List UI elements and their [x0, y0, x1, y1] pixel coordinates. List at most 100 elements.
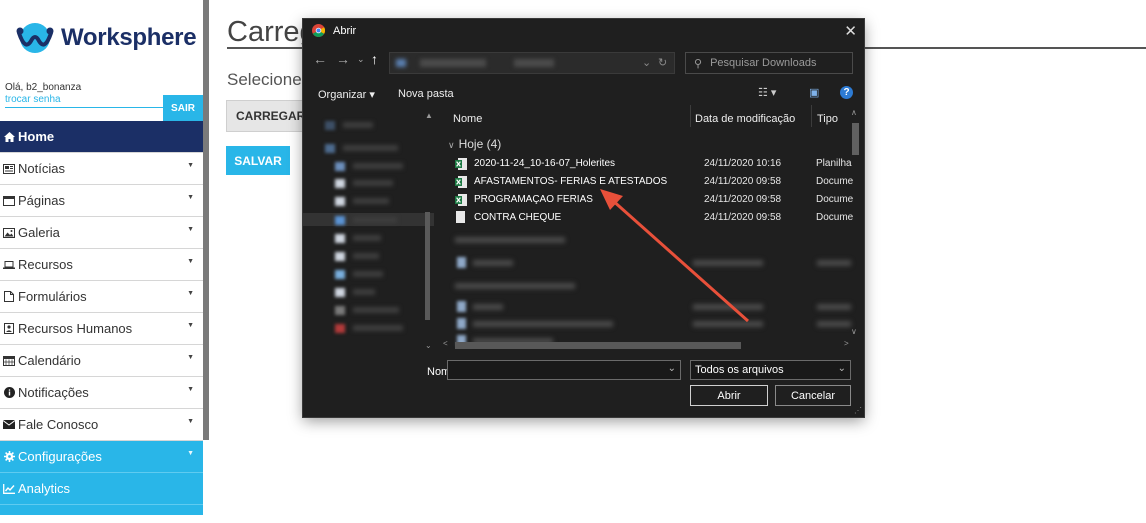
group-header-today[interactable]: ∨ Hoje (4) — [448, 137, 501, 151]
folder-icon — [396, 59, 406, 67]
file-row[interactable]: AFASTAMENTOS- FERIAS E ATESTADOS 24/11/2… — [453, 175, 853, 189]
file-icon — [457, 301, 466, 312]
refresh-icon[interactable]: ↻ — [658, 56, 667, 69]
scrollbar-thumb[interactable] — [852, 123, 859, 155]
nav-item[interactable] — [335, 287, 375, 297]
sidebar-item-formularios[interactable]: Formulários ▼ — [0, 281, 203, 313]
file-list-scrollbar[interactable]: ∧ ∨ — [849, 108, 861, 336]
nav-item[interactable] — [335, 251, 379, 261]
file-name: CONTRA CHEQUE — [474, 212, 562, 223]
scroll-down-icon[interactable]: ⌄ — [425, 341, 432, 350]
sidebar-item-calendario[interactable]: Calendário ▼ — [0, 345, 203, 377]
file-type-blurred — [817, 321, 851, 327]
scroll-right-icon[interactable]: > — [844, 339, 849, 348]
file-open-dialog: Abrir ✕ ← → ⌄ ↑ ⌄ ↻ ⚲ Pesquisar Download… — [303, 19, 864, 417]
sidebar-item-noticias[interactable]: Notícias ▼ — [0, 153, 203, 185]
save-button[interactable]: SALVAR — [226, 146, 290, 175]
dialog-toolbar: Organizar ▾ Nova pasta ☷ ▾ ▣ — [303, 83, 864, 105]
cancel-button[interactable]: Cancelar — [775, 385, 851, 406]
column-separator[interactable] — [811, 105, 812, 127]
user-greeting: Olá, b2_bonanza — [5, 82, 82, 93]
column-header-name[interactable]: Nome — [453, 113, 482, 125]
nav-item[interactable] — [335, 269, 383, 279]
divider — [5, 107, 163, 108]
envelope-icon — [3, 420, 15, 429]
column-header-modified[interactable]: Data de modificação — [695, 113, 795, 125]
sidebar-item-label: Formulários — [18, 289, 87, 304]
file-row[interactable]: CONTRA CHEQUE 24/11/2020 09:58 Documento — [453, 211, 853, 225]
sidebar-item-home[interactable]: Home — [0, 121, 203, 153]
column-header-type[interactable]: Tipo — [817, 113, 838, 125]
upload-button[interactable]: CARREGAR A — [226, 100, 308, 132]
address-bar[interactable]: ⌄ ↻ — [389, 52, 675, 74]
sidebar-item-label: Fale Conosco — [18, 417, 99, 432]
nav-item[interactable] — [335, 305, 399, 315]
navigation-pane: ▲ ⌄ — [303, 105, 434, 350]
forward-arrow-icon[interactable]: → — [336, 51, 350, 67]
brand-logo[interactable]: Worksphere — [15, 18, 197, 58]
sidebar-item-configuracoes[interactable]: Configurações ▼ — [0, 441, 203, 473]
new-folder-button[interactable]: Nova pasta — [398, 88, 454, 100]
column-separator[interactable] — [690, 105, 691, 127]
dialog-title: Abrir — [333, 24, 357, 37]
scroll-up-icon[interactable]: ∧ — [851, 108, 857, 117]
search-icon: ⚲ — [694, 57, 703, 70]
sidebar-item-analytics[interactable]: Analytics — [0, 473, 203, 505]
group-header-blurred[interactable] — [455, 283, 575, 289]
change-password-link[interactable]: trocar senha — [5, 94, 61, 105]
caret-down-icon: ▼ — [187, 226, 194, 233]
nav-item[interactable] — [335, 323, 403, 333]
file-row-blurred[interactable] — [473, 260, 513, 266]
chevron-down-icon[interactable]: ⌄ — [642, 56, 651, 69]
brand-name: Worksphere — [61, 24, 197, 51]
recent-locations-icon[interactable]: ⌄ — [357, 54, 365, 65]
scrollbar-thumb[interactable] — [455, 342, 741, 349]
scroll-down-icon[interactable]: ∨ — [851, 327, 857, 336]
dialog-titlebar: Abrir — [312, 24, 356, 37]
file-row[interactable]: 2020-11-24_10-16-07_Holerites 24/11/2020… — [453, 157, 853, 171]
sidebar-item-paginas[interactable]: Páginas ▼ — [0, 185, 203, 217]
sidebar-scrollbar[interactable] — [203, 0, 209, 440]
close-icon[interactable]: ✕ — [844, 22, 857, 40]
filetype-select[interactable]: Todos os arquivos ⌄ — [690, 360, 851, 380]
horizontal-scrollbar[interactable]: < > — [443, 339, 853, 349]
nav-item[interactable] — [335, 178, 393, 188]
nav-item[interactable] — [335, 233, 381, 243]
nav-pane-scrollbar[interactable] — [425, 212, 430, 320]
nav-item[interactable] — [335, 215, 397, 225]
chevron-down-icon[interactable]: ⌄ — [668, 363, 676, 374]
logout-button[interactable]: SAIR — [163, 95, 203, 121]
preview-pane-icon[interactable]: ▣ — [809, 86, 819, 99]
search-input[interactable]: ⚲ Pesquisar Downloads — [685, 52, 853, 74]
nav-item[interactable] — [335, 196, 389, 206]
sidebar-item-label: Galeria — [18, 225, 60, 240]
sidebar-item-label: Notícias — [18, 161, 65, 176]
open-button[interactable]: Abrir — [690, 385, 768, 406]
file-date: 24/11/2020 09:58 — [704, 194, 782, 205]
file-row-blurred[interactable] — [473, 321, 613, 327]
up-arrow-icon[interactable]: ↑ — [371, 51, 378, 67]
scroll-up-icon[interactable]: ▲ — [425, 111, 433, 120]
sidebar-item-galeria[interactable]: Galeria ▼ — [0, 217, 203, 249]
nav-item[interactable] — [325, 143, 398, 153]
nav-item[interactable] — [335, 161, 403, 171]
file-row[interactable]: PROGRAMAÇAO FERIAS 24/11/2020 09:58 Docu… — [453, 193, 853, 207]
filename-input[interactable]: ⌄ — [447, 360, 681, 380]
caret-down-icon: ▼ — [187, 194, 194, 201]
group-header-blurred[interactable] — [455, 237, 565, 243]
sidebar-item-recursos-humanos[interactable]: Recursos Humanos ▼ — [0, 313, 203, 345]
sidebar-item-fale-conosco[interactable]: Fale Conosco ▼ — [0, 409, 203, 441]
sidebar-item-label: Analytics — [18, 481, 71, 496]
organize-menu[interactable]: Organizar ▾ — [318, 88, 375, 101]
sidebar-item-recursos[interactable]: Recursos ▼ — [0, 249, 203, 281]
chart-line-icon — [3, 483, 15, 494]
back-arrow-icon[interactable]: ← — [313, 51, 327, 67]
help-icon[interactable]: ? — [840, 86, 853, 99]
resize-grip-icon[interactable]: ⋰ — [854, 406, 862, 415]
view-options-icon[interactable]: ☷ ▾ — [758, 86, 776, 99]
nav-item[interactable] — [325, 120, 373, 130]
scroll-left-icon[interactable]: < — [443, 339, 448, 348]
sidebar-item-notificacoes[interactable]: Notificações ▼ — [0, 377, 203, 409]
caret-down-icon: ▼ — [187, 290, 194, 297]
file-row-blurred[interactable] — [473, 304, 503, 310]
